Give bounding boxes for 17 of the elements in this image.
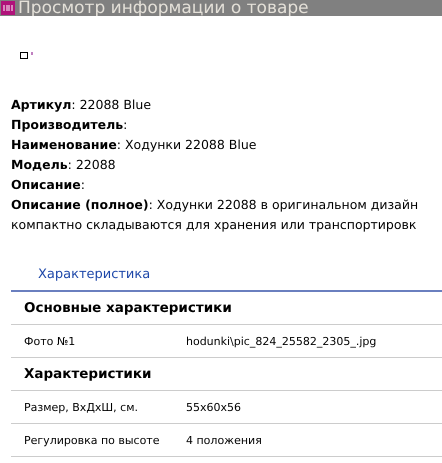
description-text: компактно складываются для хранения или транспортировк: [11, 216, 418, 234]
section-heading: Характеристики: [24, 366, 152, 382]
product-field: Описание (полное): Ходунки 22088 в оригинальном дизайн: [11, 195, 442, 215]
section-heading: Основные характеристики: [24, 300, 232, 316]
property-name: Регулировка по высоте: [24, 434, 160, 446]
product-field: Производитель:: [11, 115, 442, 135]
property-name: Фото №1: [24, 334, 76, 348]
tab[interactable]: Характеристика: [38, 265, 150, 290]
product-field: Наименование: Ходунки 22088 Blue: [11, 135, 442, 155]
product-field: Описание:: [11, 175, 442, 195]
broken-image-icon: [20, 51, 34, 61]
product-field: Артикул: 22088 Blue: [11, 95, 442, 115]
property-value: hodunki\pic_824_25582_2305_.jpg: [186, 334, 376, 348]
property-value: 55x60x56: [186, 400, 242, 414]
property-name: Размер, ВхДхШ, см.: [24, 400, 140, 414]
property-value: 4 положения: [186, 434, 262, 446]
product-field: Модель: 22088: [11, 155, 442, 175]
